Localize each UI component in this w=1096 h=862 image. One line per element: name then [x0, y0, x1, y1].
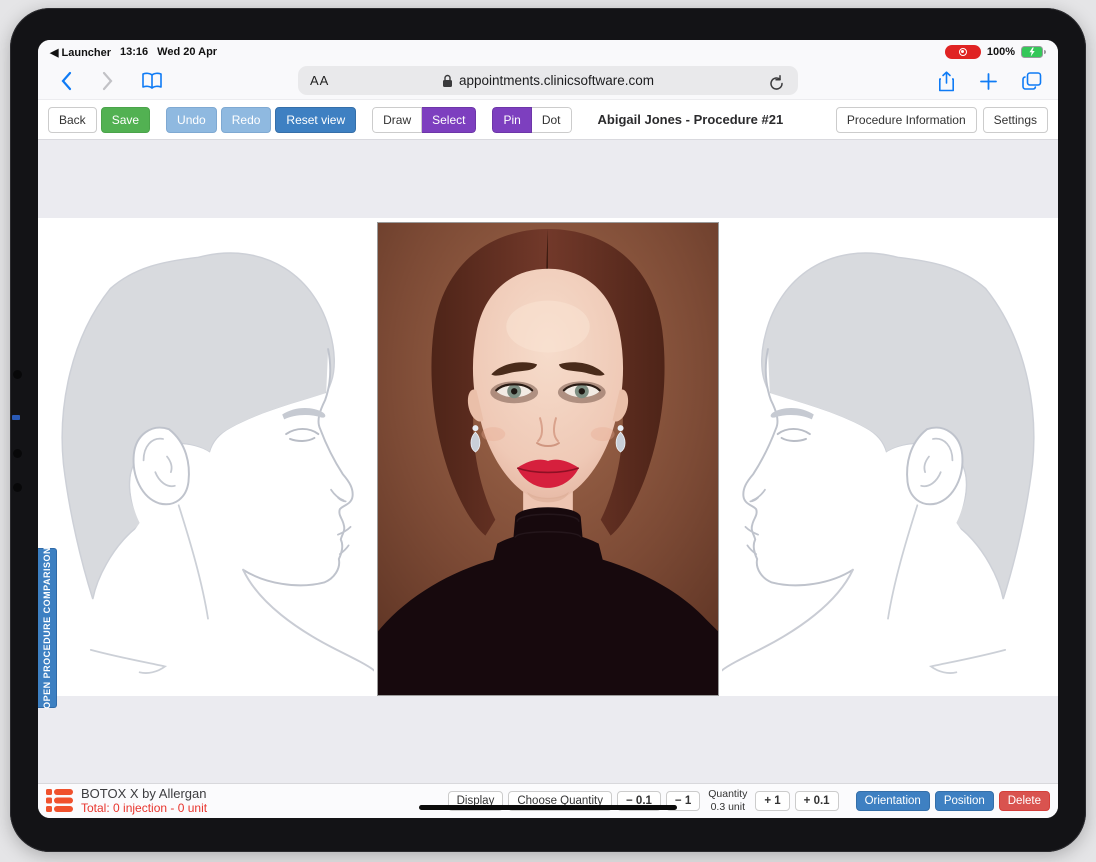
ipad-frame: ◀ Launcher 13:16 Wed 20 Apr 100%: [10, 8, 1086, 852]
recording-indicator-icon[interactable]: [945, 45, 981, 59]
open-procedure-comparison-tab[interactable]: OPEN PROCEDURE COMPARISON: [38, 548, 57, 708]
procedure-toolbar: Back Save Undo Redo Reset view Draw Sele…: [38, 100, 1058, 140]
product-name: BOTOX X by Allergan: [81, 787, 207, 802]
save-button[interactable]: Save: [101, 107, 150, 133]
bezel-sensor-dot: [13, 449, 22, 458]
increase-quantity-0-1-button[interactable]: + 0.1: [795, 791, 839, 811]
product-list-icon: [46, 788, 73, 813]
quantity-readout: Quantity 0.3 unit: [708, 788, 747, 813]
face-profile-diagram-right: [722, 218, 1054, 696]
redo-button[interactable]: Redo: [221, 107, 272, 133]
injection-total: Total: 0 injection - 0 unit: [81, 802, 207, 816]
back-button[interactable]: Back: [48, 107, 97, 133]
refresh-icon[interactable]: [764, 71, 788, 95]
url-text: appointments.clinicsoftware.com: [459, 73, 654, 88]
home-indicator[interactable]: [419, 805, 677, 810]
settings-button[interactable]: Settings: [983, 107, 1048, 133]
increase-quantity-1-button[interactable]: + 1: [755, 791, 789, 811]
reset-view-button[interactable]: Reset view: [275, 107, 356, 133]
face-profile-diagram-left: [42, 218, 374, 696]
side-tab-label: OPEN PROCEDURE COMPARISON: [42, 547, 52, 709]
bookmarks-icon[interactable]: [140, 69, 164, 93]
product-footer-bar: BOTOX X by Allergan Total: 0 injection -…: [38, 783, 1058, 818]
orientation-button[interactable]: Orientation: [856, 791, 930, 811]
patient-photo: [377, 222, 719, 696]
bezel-sensor-dot: [13, 483, 22, 492]
new-tab-icon[interactable]: [976, 69, 1000, 93]
quantity-value: 0.3 unit: [708, 801, 747, 814]
select-mode-button[interactable]: Select: [422, 107, 476, 133]
screen: ◀ Launcher 13:16 Wed 20 Apr 100%: [38, 40, 1058, 818]
battery-charging-icon: [1021, 46, 1046, 58]
status-bar: ◀ Launcher 13:16 Wed 20 Apr 100%: [38, 40, 1058, 62]
injection-map-stage[interactable]: [38, 218, 1058, 696]
draw-mode-button[interactable]: Draw: [372, 107, 422, 133]
chevron-right-icon[interactable]: [96, 69, 120, 93]
quantity-label: Quantity: [708, 788, 747, 801]
position-button[interactable]: Position: [935, 791, 994, 811]
page-title: Abigail Jones - Procedure #21: [598, 112, 784, 127]
address-bar[interactable]: AA appointments.clinicsoftware.com: [298, 66, 798, 95]
chevron-left-icon[interactable]: [54, 69, 78, 93]
date: Wed 20 Apr: [157, 46, 217, 58]
tabs-icon[interactable]: [1020, 69, 1044, 93]
bezel-sensor-dot: [13, 370, 22, 379]
undo-button[interactable]: Undo: [166, 107, 217, 133]
pin-mode-button[interactable]: Pin: [492, 107, 531, 133]
dot-mode-button[interactable]: Dot: [532, 107, 572, 133]
clock: 13:16: [120, 46, 148, 58]
browser-nav-bar: AA appointments.clinicsoftware.com: [38, 62, 1058, 100]
bezel-led: [12, 415, 20, 420]
back-to-launcher-link[interactable]: ◀ Launcher: [50, 46, 111, 59]
delete-button[interactable]: Delete: [999, 791, 1050, 811]
procedure-information-button[interactable]: Procedure Information: [836, 107, 977, 133]
procedure-canvas: OPEN PROCEDURE COMPARISON: [38, 140, 1058, 783]
lock-icon: [442, 74, 453, 88]
share-icon[interactable]: [934, 69, 958, 93]
battery-percent: 100%: [987, 46, 1015, 58]
